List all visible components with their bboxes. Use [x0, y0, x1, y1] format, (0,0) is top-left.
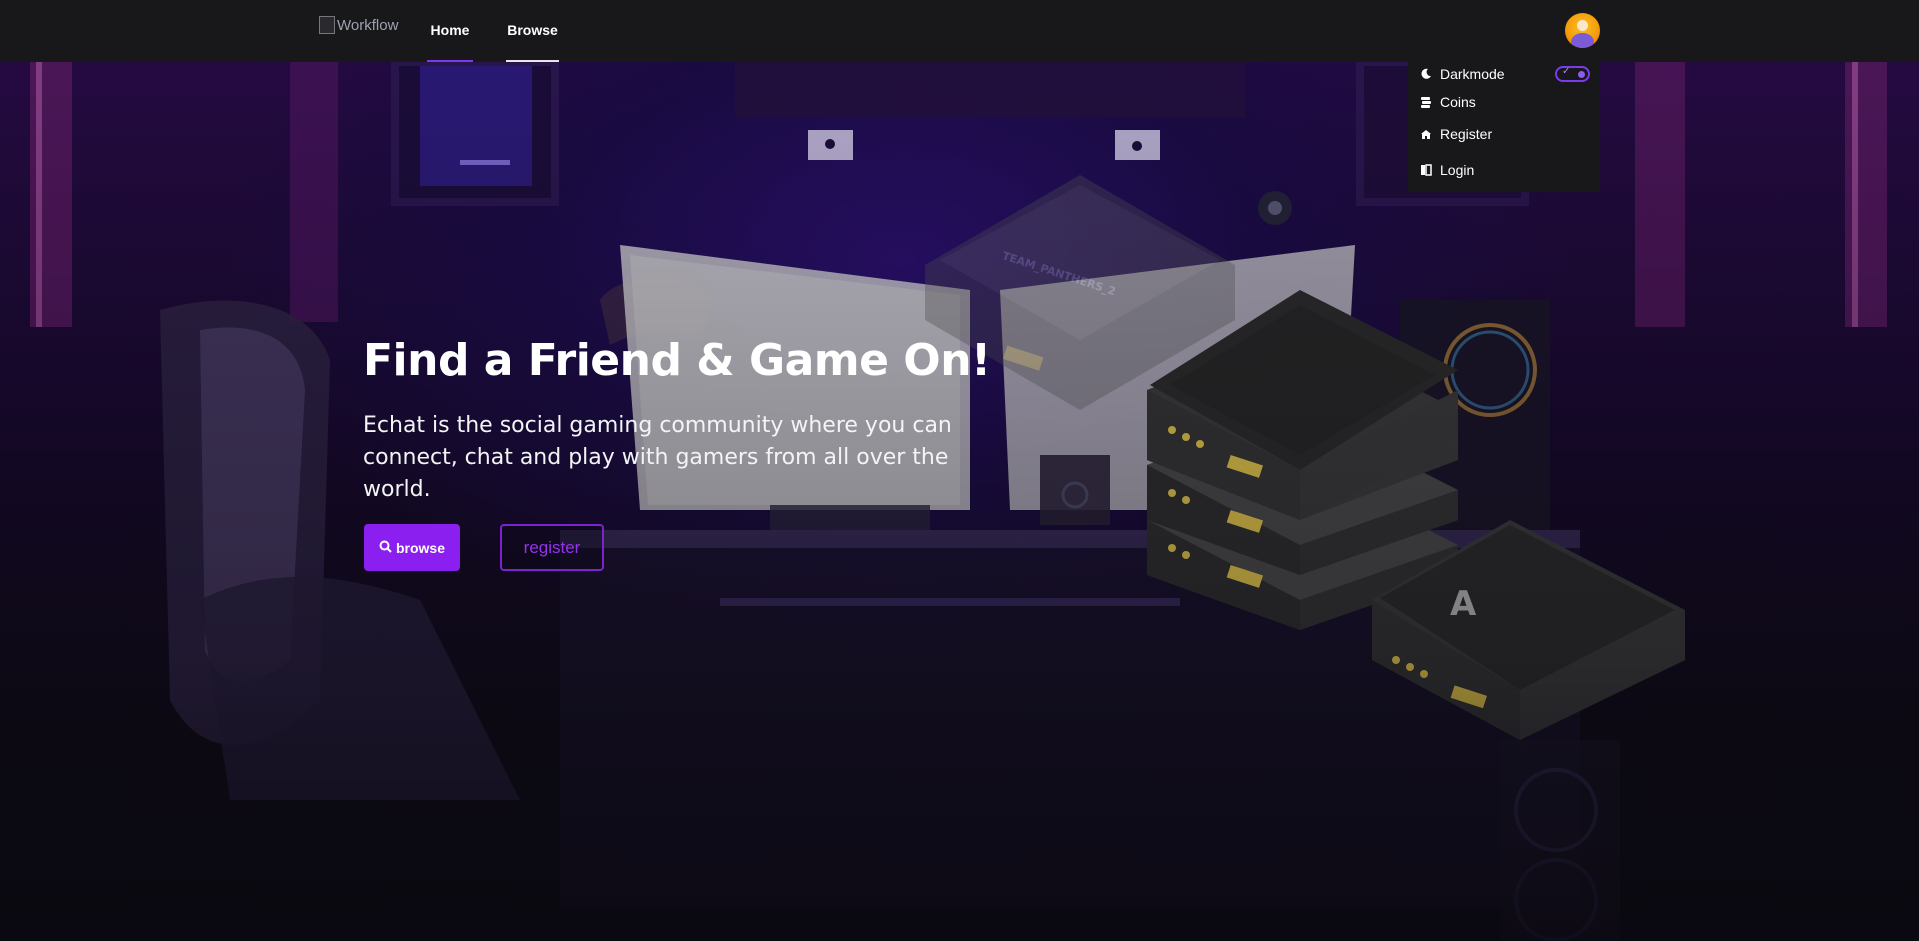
- login-label: Login: [1440, 162, 1475, 178]
- logo-alt-text: Workflow: [337, 16, 399, 34]
- coins-label: Coins: [1440, 94, 1476, 110]
- hero-description: Echat is the social gaming community whe…: [363, 413, 952, 502]
- menu-item-login[interactable]: Login: [1420, 160, 1474, 180]
- search-icon: [379, 540, 392, 556]
- toggle-knob: [1578, 71, 1585, 78]
- moon-icon: [1420, 68, 1432, 80]
- user-dropdown-menu: Darkmode ✓ Coins Register Login: [1408, 62, 1600, 192]
- browse-button[interactable]: browse: [364, 524, 460, 571]
- hero-title: Find a Friend & Game On!: [363, 335, 991, 386]
- nav-link-browse[interactable]: Browse: [506, 0, 559, 62]
- menu-item-register[interactable]: Register: [1420, 124, 1492, 144]
- avatar-head: [1577, 20, 1588, 31]
- svg-text:A: A: [1450, 584, 1477, 624]
- check-icon: ✓: [1562, 66, 1571, 77]
- register-button-label: register: [523, 537, 581, 557]
- broken-image-icon: [319, 16, 335, 34]
- register-button[interactable]: register: [500, 524, 604, 571]
- workflow-logo[interactable]: Workflow: [319, 14, 398, 36]
- menu-item-darkmode[interactable]: Darkmode: [1420, 64, 1505, 84]
- top-navbar: Workflow Home Browse: [0, 0, 1919, 62]
- avatar-body: [1571, 33, 1594, 48]
- browse-button-label: browse: [395, 539, 445, 556]
- login-icon: [1420, 164, 1432, 176]
- menu-item-coins[interactable]: Coins: [1420, 92, 1476, 112]
- register-icon: [1420, 128, 1432, 140]
- coins-icon: [1420, 96, 1432, 108]
- nav-link-home[interactable]: Home: [427, 0, 473, 62]
- register-label: Register: [1440, 126, 1493, 142]
- darkmode-label: Darkmode: [1440, 66, 1505, 82]
- user-avatar[interactable]: [1565, 13, 1600, 48]
- darkmode-toggle[interactable]: ✓: [1555, 66, 1590, 82]
